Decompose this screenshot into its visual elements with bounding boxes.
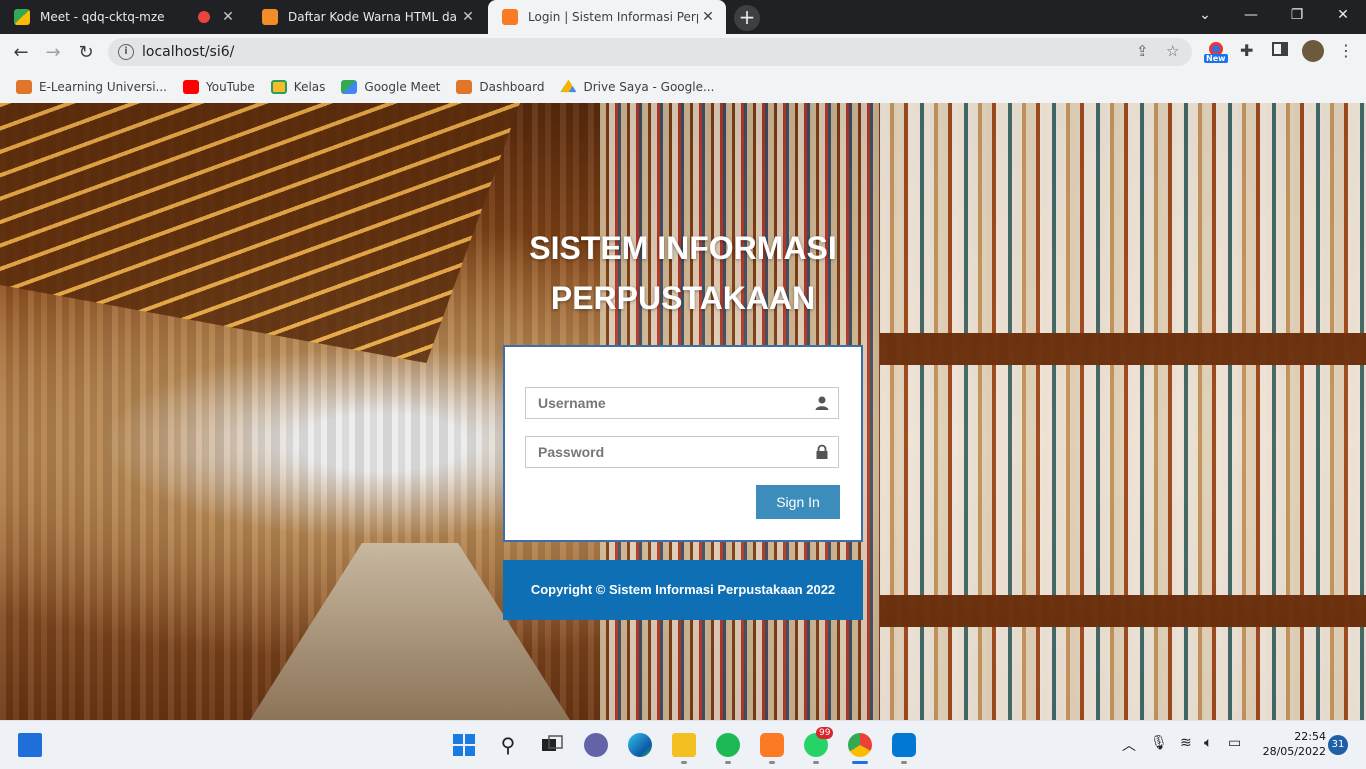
back-icon[interactable]: ← <box>8 40 34 66</box>
google-drive-icon <box>560 79 577 93</box>
search-icon[interactable]: ⚲ <box>496 733 520 757</box>
password-field[interactable] <box>525 436 839 468</box>
whatsapp-icon[interactable]: 99 <box>804 727 834 757</box>
tab-meet[interactable]: Meet - qdq-cktq-mze ✕ <box>0 0 246 34</box>
chrome-icon[interactable] <box>848 733 872 757</box>
forward-icon[interactable]: → <box>40 40 66 66</box>
elearning-icon <box>16 79 32 94</box>
tab-color-codes[interactable]: Daftar Kode Warna HTML dan CSS ✕ <box>248 0 486 34</box>
site-info-icon[interactable]: i <box>118 44 134 60</box>
bookmark-drive[interactable]: Drive Saya - Google... <box>560 79 715 94</box>
classroom-icon <box>270 79 287 94</box>
close-tab-icon[interactable]: ✕ <box>218 9 238 25</box>
notification-badge[interactable]: 31 <box>1328 735 1348 755</box>
bookmark-label: Kelas <box>293 79 326 94</box>
elearning-icon <box>456 79 473 94</box>
address-bar[interactable]: i localhost/si6/ ⇪ ☆ <box>108 38 1192 66</box>
running-indicator <box>901 761 907 764</box>
bookmark-kelas[interactable]: Kelas <box>270 79 326 94</box>
close-tab-icon[interactable]: ✕ <box>458 9 478 25</box>
side-panel-glyph <box>1272 42 1288 56</box>
running-indicator <box>769 761 775 764</box>
recording-indicator-icon <box>198 11 210 23</box>
task-view-glyph <box>542 735 563 751</box>
task-view-icon[interactable] <box>540 733 564 757</box>
tab-login-active[interactable]: Login | Sistem Informasi Perpustakaan ✕ <box>488 0 726 34</box>
bookmark-label: E-Learning Universi... <box>39 79 167 94</box>
bookmark-star-icon[interactable]: ☆ <box>1166 42 1179 60</box>
battery-icon[interactable]: ▭ <box>1228 735 1241 751</box>
tray-overflow-icon[interactable]: ︿ <box>1122 735 1136 755</box>
wifi-icon[interactable]: ≋ <box>1180 735 1192 751</box>
windows-logo-glyph <box>453 734 475 756</box>
extensions-puzzle-icon[interactable]: ✚ <box>1240 41 1253 63</box>
file-explorer-icon[interactable] <box>672 733 696 757</box>
teams-chat-icon[interactable] <box>584 733 608 757</box>
bookmark-label: Google Meet <box>364 79 441 94</box>
volume-icon[interactable]: 🔈︎ <box>1204 735 1212 751</box>
sign-in-button[interactable]: Sign In <box>756 485 840 519</box>
side-panel-icon[interactable] <box>1272 41 1288 63</box>
youtube-icon <box>183 79 199 94</box>
username-input[interactable] <box>526 388 808 418</box>
google-meet-icon <box>341 79 358 94</box>
close-window-icon[interactable]: ✕ <box>1320 0 1366 30</box>
user-icon <box>815 396 829 410</box>
tab-title: Login | Sistem Informasi Perpustakaan <box>528 10 698 24</box>
running-indicator <box>813 761 819 764</box>
close-tab-icon[interactable]: ✕ <box>698 9 718 25</box>
lock-icon <box>816 444 828 459</box>
browser-tab-strip: Meet - qdq-cktq-mze ✕ Daftar Kode Warna … <box>0 0 1366 34</box>
whatsapp-badge: 99 <box>816 727 834 739</box>
browser-toolbar: ← → ↻ i localhost/si6/ ⇪ ☆ New ✚ ⋮ <box>0 34 1366 70</box>
reload-icon[interactable]: ↻ <box>73 40 99 66</box>
extension-badge: New <box>1204 54 1228 63</box>
xampp-icon[interactable] <box>760 733 784 757</box>
running-indicator <box>681 761 687 764</box>
bookmark-google-meet[interactable]: Google Meet <box>341 79 441 94</box>
active-indicator <box>852 761 868 764</box>
js-site-icon <box>262 9 278 25</box>
bookmark-label: Dashboard <box>479 79 545 94</box>
windows-start-icon[interactable] <box>452 733 476 757</box>
username-field[interactable] <box>525 387 839 419</box>
clock-date: 28/05/2022 <box>1262 745 1326 758</box>
login-page: SISTEM INFORMASI PERPUSTAKAAN Sign In Co… <box>0 103 1366 720</box>
new-tab-button[interactable]: + <box>734 5 760 31</box>
menu-kebab-icon[interactable]: ⋮ <box>1338 41 1354 63</box>
widgets-icon[interactable] <box>18 733 42 757</box>
page-title-line2: PERPUSTAKAAN <box>550 280 816 316</box>
xampp-icon <box>502 9 518 25</box>
extension-new-icon[interactable]: New <box>1204 41 1228 63</box>
clock-time: 22:54 <box>1294 730 1326 743</box>
tab-search-icon[interactable]: ⌄ <box>1182 0 1228 30</box>
spotify-icon[interactable] <box>716 733 740 757</box>
restore-icon[interactable]: ❐ <box>1274 0 1320 30</box>
vscode-icon[interactable] <box>892 733 916 757</box>
tab-title: Meet - qdq-cktq-mze <box>40 10 165 24</box>
bookmark-label: Drive Saya - Google... <box>583 79 715 94</box>
running-indicator <box>725 761 731 764</box>
minimize-icon[interactable]: — <box>1228 0 1274 30</box>
url-text[interactable]: localhost/si6/ <box>142 44 234 60</box>
password-input[interactable] <box>526 437 808 467</box>
windows-taskbar: ⚲ 99 ︿ 🎙︎ ≋ 🔈︎ ▭ 22:54 28/05/2022 31 <box>0 720 1366 769</box>
page-title: SISTEM INFORMASI PERPUSTAKAAN <box>0 223 1366 323</box>
share-icon[interactable]: ⇪ <box>1136 42 1149 60</box>
bookmark-elearning[interactable]: E-Learning Universi... <box>16 79 167 94</box>
tab-title: Daftar Kode Warna HTML dan CSS <box>288 10 458 24</box>
bookmark-label: YouTube <box>206 79 255 94</box>
edge-icon[interactable] <box>628 733 652 757</box>
profile-avatar[interactable] <box>1302 40 1324 62</box>
bookmark-youtube[interactable]: YouTube <box>183 79 255 94</box>
google-meet-icon <box>14 9 30 25</box>
page-title-line1: SISTEM INFORMASI <box>529 230 837 266</box>
login-form: Sign In <box>503 345 863 542</box>
microphone-icon[interactable]: 🎙︎ <box>1150 735 1168 751</box>
system-clock[interactable]: 22:54 28/05/2022 <box>1256 729 1326 759</box>
copyright-footer: Copyright © Sistem Informasi Perpustakaa… <box>503 560 863 620</box>
bookmarks-bar: E-Learning Universi... YouTube Kelas Goo… <box>0 70 1366 104</box>
bookmark-dashboard[interactable]: Dashboard <box>456 79 545 94</box>
background-bookshelf-right <box>880 103 1366 720</box>
